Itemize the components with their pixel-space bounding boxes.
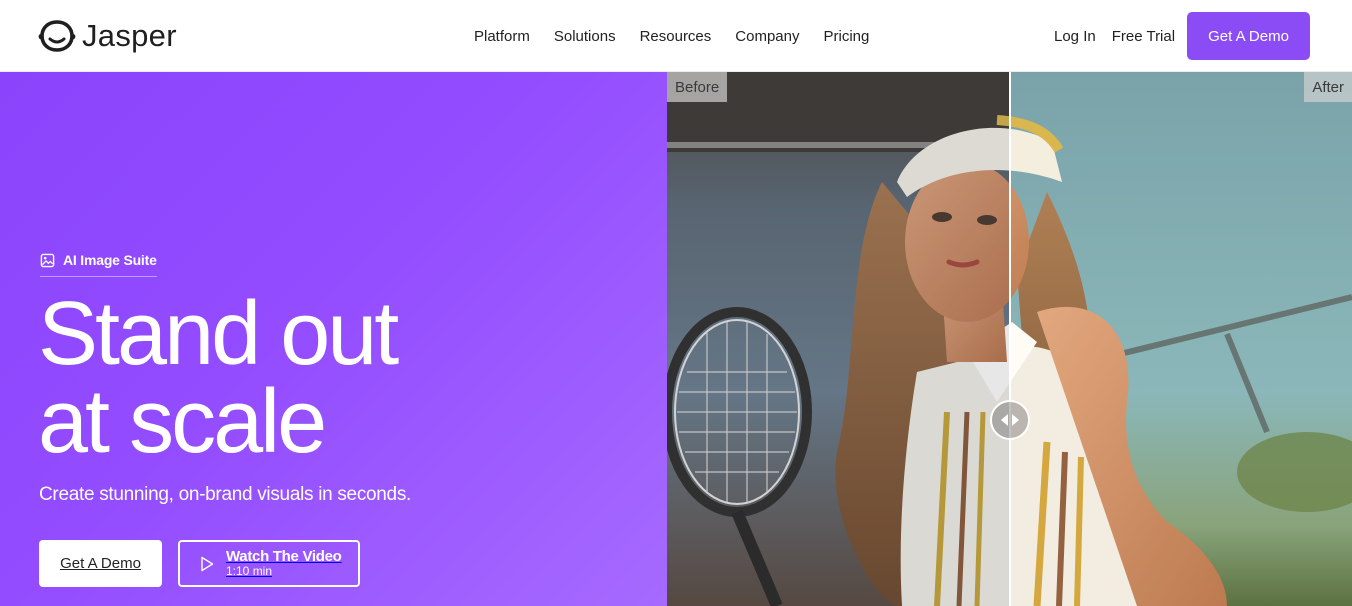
comparison-divider[interactable] [1009,72,1011,606]
main-menu: Platform Solutions Resources Company Pri… [462,0,881,72]
free-trial-link[interactable]: Free Trial [1104,28,1183,45]
hero-headline: Stand out at scale [38,284,399,472]
get-demo-button[interactable]: Get A Demo [1187,12,1310,60]
video-text: Watch The Video 1:10 min [226,549,342,578]
nav-item-company[interactable]: Company [723,28,811,45]
badge-label: AI Image Suite [63,252,157,268]
watch-video-button[interactable]: Watch The Video 1:10 min [178,540,360,587]
headline-line-1: Stand out [38,284,399,384]
drag-arrows-icon [1001,414,1019,426]
top-navigation: Jasper Platform Solutions Resources Comp… [0,0,1352,72]
nav-item-solutions[interactable]: Solutions [542,28,628,45]
hero-section: AI Image Suite Stand out at scale Create… [0,72,667,606]
video-title: Watch The Video [226,548,342,565]
hero-demo-button[interactable]: Get A Demo [39,540,162,587]
nav-item-platform[interactable]: Platform [462,28,542,45]
nav-item-resources[interactable]: Resources [628,28,724,45]
hero-subtitle: Create stunning, on-brand visuals in sec… [39,484,412,505]
jasper-logo[interactable]: Jasper [38,16,177,56]
account-links: Log In Free Trial [1046,0,1183,72]
login-link[interactable]: Log In [1046,28,1104,45]
jasper-face-icon [38,20,76,52]
brand-name: Jasper [82,18,177,53]
video-duration: 1:10 min [226,564,273,578]
play-icon [201,556,214,571]
headline-line-2: at scale [38,372,327,472]
before-label: Before [667,72,728,102]
image-icon [40,253,55,267]
after-label: After [1304,72,1352,102]
nav-item-pricing[interactable]: Pricing [811,28,881,45]
slider-handle[interactable] [990,400,1030,440]
before-after-comparison[interactable]: Before After [667,72,1352,606]
product-badge: AI Image Suite [40,252,157,277]
